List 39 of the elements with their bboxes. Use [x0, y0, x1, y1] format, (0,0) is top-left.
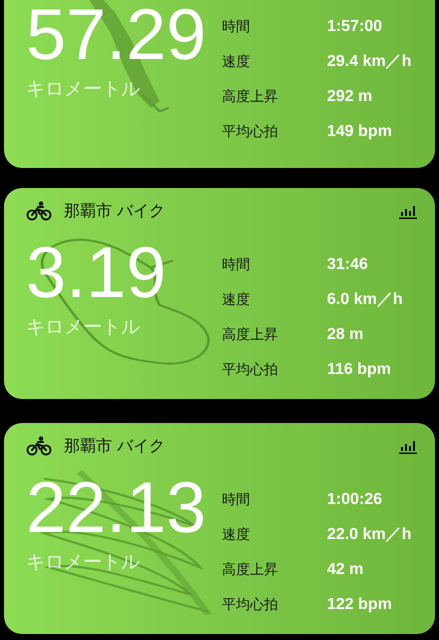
stat-value: 22.0 km／h [327, 525, 412, 545]
stat-value: 1:57:00 [327, 17, 384, 37]
stat-value: 28 m [327, 325, 364, 345]
bar-chart-icon[interactable] [399, 438, 417, 454]
stat-label: 時間 [222, 256, 251, 275]
bicycle-icon [26, 436, 52, 456]
stat-label: 高度上昇 [222, 326, 279, 345]
stat-label: 時間 [222, 491, 251, 510]
stat-label: 平均心拍 [222, 123, 279, 142]
workout-card[interactable]: 那覇市 バイク 22.13 キロメートル 時間 1:00:26 速度 22.0 km／h 高度上昇 42 m 平均心拍 122 bpm [4, 423, 435, 634]
stat-value: 31:46 [327, 255, 369, 275]
stat-label: 平均心拍 [222, 596, 279, 615]
stat-value: 6.0 km／h [327, 290, 403, 310]
stat-value: 122 bpm [327, 595, 393, 615]
stat-label: 速度 [222, 526, 251, 545]
stat-value: 1:00:26 [327, 490, 384, 510]
distance-unit: キロメートル [26, 550, 140, 575]
stat-label: 速度 [222, 291, 251, 310]
distance-unit: キロメートル [26, 77, 140, 102]
stat-label: 高度上昇 [222, 88, 279, 107]
workout-card[interactable]: 57.29 キロメートル 時間 1:57:00 速度 29.4 km／h 高度上昇 292 m 平均心拍 149 bpm [4, 0, 435, 168]
stat-label: 高度上昇 [222, 561, 279, 580]
workout-card[interactable]: 那覇市 バイク 3.19 キロメートル 時間 31:46 速度 6.0 km／h 高度上昇 28 m 平均心拍 116 bpm [4, 188, 435, 399]
bicycle-icon [26, 201, 52, 221]
stat-label: 速度 [222, 53, 251, 72]
stat-label: 時間 [222, 18, 251, 37]
stat-value: 149 bpm [327, 122, 393, 142]
distance-unit: キロメートル [26, 315, 140, 340]
workout-title: 那覇市 バイク [64, 200, 166, 222]
distance-value: 22.13 [26, 469, 206, 547]
stat-value: 29.4 km／h [327, 52, 412, 72]
bar-chart-icon[interactable] [399, 203, 417, 219]
stat-value: 116 bpm [327, 360, 392, 380]
distance-value: 57.29 [26, 0, 206, 74]
stat-value: 42 m [327, 560, 364, 580]
stat-label: 平均心拍 [222, 361, 279, 380]
stat-value: 292 m [327, 87, 374, 107]
distance-value: 3.19 [26, 234, 166, 312]
workout-title: 那覇市 バイク [64, 436, 166, 456]
